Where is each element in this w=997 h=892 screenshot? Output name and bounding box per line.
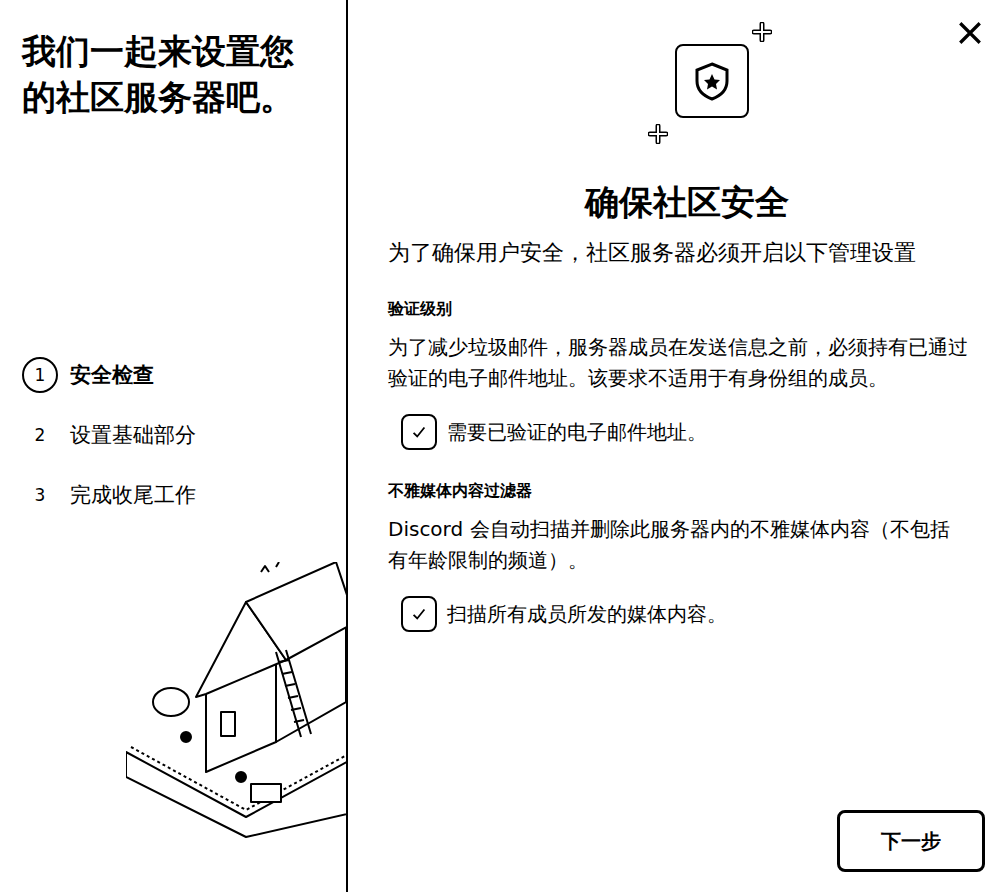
shield-icon — [692, 61, 732, 101]
checkbox[interactable] — [401, 596, 437, 632]
checkbox-label: 扫描所有成员所发的媒体内容。 — [447, 600, 727, 628]
step-item: 1 安全检查 — [22, 356, 346, 394]
step-number: 1 — [22, 357, 58, 393]
step-label: 设置基础部分 — [70, 421, 196, 449]
settings-section: 不雅媒体内容过滤器 Discord 会自动扫描并删除此服务器内的不雅媒体内容（不包… — [388, 480, 985, 632]
step-number: 2 — [22, 417, 58, 453]
sidebar-title: 我们一起来设置您的社区服务器吧。 — [22, 28, 322, 120]
sparkle-icon — [752, 22, 772, 42]
check-icon — [410, 423, 428, 441]
content-panel: 确保社区安全为了确保用户安全，社区服务器必须开启以下管理设置验证级别为了减少垃圾… — [348, 0, 997, 892]
step-number: 3 — [22, 477, 58, 513]
checkbox-option[interactable]: 需要已验证的电子邮件地址。 — [401, 414, 985, 450]
next-button[interactable]: 下一步 — [837, 810, 985, 872]
check-icon — [410, 605, 428, 623]
checkbox-label: 需要已验证的电子邮件地址。 — [447, 418, 707, 446]
setup-modal: 我们一起来设置您的社区服务器吧。 1 安全检查 2 设置基础部分 3 完成收尾工作 确保社区安… — [0, 0, 997, 892]
section-heading: 验证级别 — [388, 298, 985, 320]
sparkle-icon — [648, 124, 668, 144]
close-button[interactable] — [955, 18, 985, 51]
close-icon — [957, 20, 983, 46]
sidebar: 我们一起来设置您的社区服务器吧。 1 安全检查 2 设置基础部分 3 完成收尾工作 — [0, 0, 348, 892]
footer: 下一步 — [388, 810, 985, 872]
step-item: 3 完成收尾工作 — [22, 476, 346, 514]
section-description: Discord 会自动扫描并删除此服务器内的不雅媒体内容（不包括有年龄限制的频道… — [388, 514, 985, 576]
step-label: 完成收尾工作 — [70, 481, 196, 509]
house-illustration-icon — [126, 562, 346, 842]
section-heading: 不雅媒体内容过滤器 — [388, 480, 985, 502]
step-list: 1 安全检查 2 设置基础部分 3 完成收尾工作 — [22, 356, 346, 514]
section-description: 为了减少垃圾邮件，服务器成员在发送信息之前，必须持有已通过验证的电子邮件地址。该… — [388, 332, 985, 394]
page-subtitle: 为了确保用户安全，社区服务器必须开启以下管理设置 — [388, 238, 985, 268]
shield-badge — [652, 44, 772, 136]
step-item: 2 设置基础部分 — [22, 416, 346, 454]
step-label: 安全检查 — [70, 361, 154, 389]
checkbox-option[interactable]: 扫描所有成员所发的媒体内容。 — [401, 596, 985, 632]
settings-section: 验证级别为了减少垃圾邮件，服务器成员在发送信息之前，必须持有已通过验证的电子邮件… — [388, 298, 985, 450]
page-title: 确保社区安全 — [388, 180, 985, 224]
shield-box — [675, 44, 749, 118]
checkbox[interactable] — [401, 414, 437, 450]
